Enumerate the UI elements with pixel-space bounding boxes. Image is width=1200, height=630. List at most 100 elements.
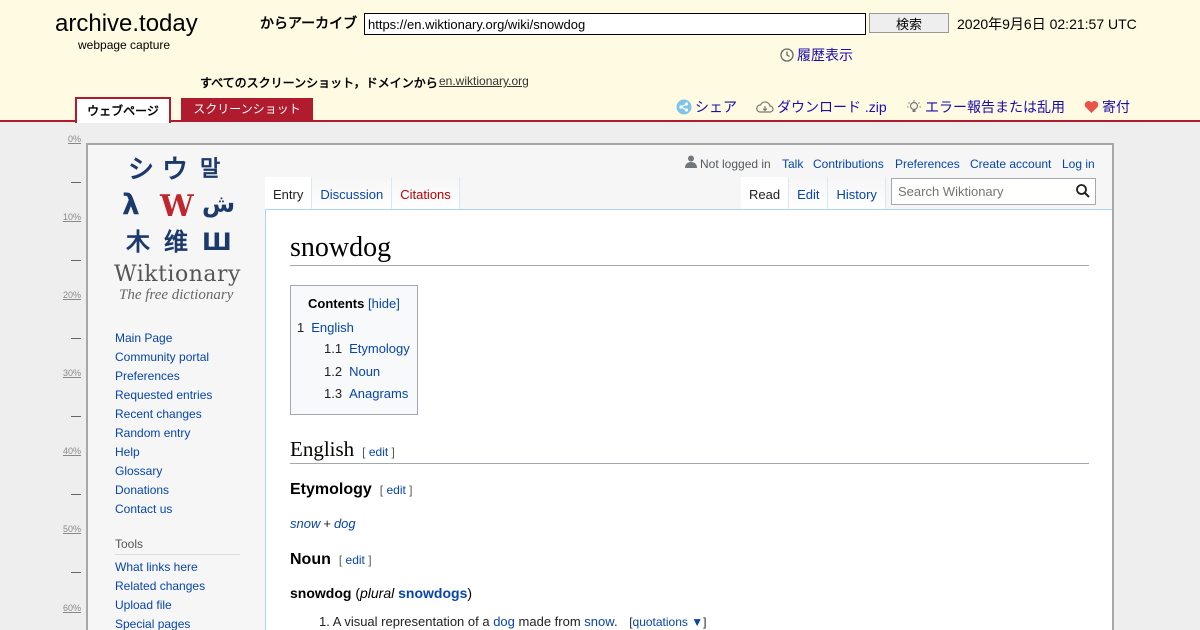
svg-text:ش: ش — [202, 190, 235, 218]
download-label: ダウンロード .zip — [777, 99, 887, 115]
share-link[interactable]: シェア — [676, 97, 737, 117]
section-heading-noun: Noun[ edit ] — [290, 551, 372, 568]
toc-hide-toggle[interactable]: [hide] — [368, 296, 400, 311]
ruler-tick — [71, 260, 81, 261]
sidebar-item-requested-entries[interactable]: Requested entries — [115, 388, 212, 407]
create-account-link[interactable]: Create account — [970, 157, 1051, 171]
wiktionary-name: Wiktionary — [114, 262, 241, 287]
ruler-tick — [71, 416, 81, 417]
definition-link-snow[interactable]: snow — [584, 614, 614, 629]
edit-section-link[interactable]: edit — [369, 445, 388, 459]
definition-1: 1. A visual representation of a dog made… — [319, 614, 707, 629]
capture-date: 2020年9月6日 02:21:57 UTC — [957, 16, 1137, 32]
tab-history[interactable]: History — [828, 177, 886, 211]
talk-link[interactable]: Talk — [782, 157, 803, 171]
login-link[interactable]: Log in — [1062, 157, 1095, 171]
sidebar-item-community-portal[interactable]: Community portal — [115, 350, 212, 369]
svg-text:木: 木 — [125, 228, 151, 256]
edit-section-link[interactable]: edit — [386, 483, 405, 497]
contributions-link[interactable]: Contributions — [813, 157, 884, 171]
tools-heading[interactable]: Tools — [115, 537, 240, 555]
section-heading-english: English[ edit ] — [290, 437, 1089, 464]
ruler-tick — [71, 572, 81, 573]
ruler-label[interactable]: 30% — [60, 368, 81, 378]
heart-icon — [1084, 101, 1099, 113]
sidebar-item-random-entry[interactable]: Random entry — [115, 426, 212, 445]
toc-item-english[interactable]: 1 English — [297, 320, 354, 335]
svg-text:Ш: Ш — [202, 228, 232, 256]
ruler-label[interactable]: 10% — [60, 212, 81, 222]
clock-icon — [780, 48, 794, 62]
sidebar-item-related-changes[interactable]: Related changes — [115, 579, 205, 598]
domain-link[interactable]: en.wiktionary.org — [439, 74, 529, 88]
download-link[interactable]: ダウンロード .zip — [756, 97, 887, 117]
quotations-toggle[interactable]: quotations ▼ — [633, 615, 704, 629]
wiktionary-search-input[interactable] — [891, 178, 1096, 205]
sidebar-item-preferences[interactable]: Preferences — [115, 369, 212, 388]
history-label: 履歴表示 — [797, 47, 853, 63]
edit-section-link[interactable]: edit — [346, 553, 365, 567]
toc-heading: Contents — [308, 296, 365, 311]
svg-text:λ: λ — [122, 188, 140, 221]
ruler-label[interactable]: 60% — [60, 603, 81, 613]
toc-label: Etymology — [349, 341, 410, 356]
toc-number: 1.2 — [324, 364, 343, 379]
sidebar-item-what-links-here[interactable]: What links here — [115, 560, 205, 579]
ruler-label[interactable]: 20% — [60, 290, 81, 300]
history-link[interactable]: 履歴表示 — [780, 45, 853, 65]
archive-brand-sub: webpage capture — [78, 38, 171, 52]
ruler-label[interactable]: 0% — [60, 134, 81, 144]
tab-discussion[interactable]: Discussion — [312, 177, 393, 211]
definition-link-dog[interactable]: dog — [493, 614, 515, 629]
toc-item-noun[interactable]: 1.2 Noun — [324, 364, 380, 379]
tab-webpage[interactable]: ウェブページ — [75, 97, 171, 123]
definition-text: . — [613, 614, 618, 629]
tab-entry[interactable]: Entry — [265, 177, 313, 211]
search-icon[interactable] — [1075, 183, 1091, 199]
sidebar-item-donations[interactable]: Donations — [115, 483, 212, 502]
toc-label: English — [311, 320, 354, 335]
cloud-download-icon — [756, 101, 774, 113]
preferences-link[interactable]: Preferences — [895, 157, 960, 171]
definition-text: A visual representation of a — [332, 614, 490, 629]
not-logged-in-label: Not logged in — [700, 157, 771, 171]
view-tabs: Read Edit History — [741, 177, 886, 211]
report-link[interactable]: エラー報告または乱用 — [906, 97, 1065, 117]
archive-url-input[interactable] — [364, 13, 866, 35]
tab-read[interactable]: Read — [741, 177, 790, 211]
plural-link[interactable]: snowdogs — [398, 585, 467, 601]
user-icon — [685, 155, 697, 168]
sidebar-item-special-pages[interactable]: Special pages — [115, 617, 205, 630]
toc-item-etymology[interactable]: 1.1 Etymology — [324, 341, 410, 356]
archive-brand[interactable]: archive.today — [55, 10, 198, 38]
toc-item-anagrams[interactable]: 1.3 Anagrams — [324, 386, 408, 401]
tab-citations[interactable]: Citations — [392, 177, 460, 211]
section-heading-etymology: Etymology[ edit ] — [290, 481, 413, 498]
ruler-tick — [71, 182, 81, 183]
sidebar-item-glossary[interactable]: Glossary — [115, 464, 212, 483]
headword-line: snowdog (plural snowdogs) — [290, 585, 473, 601]
archive-search-button[interactable]: 検索 — [869, 13, 949, 33]
plus-sign: + — [323, 516, 331, 531]
tab-screenshot[interactable]: スクリーンショット — [181, 98, 313, 121]
sidebar-item-main-page[interactable]: Main Page — [115, 331, 212, 350]
etymology-link-dog[interactable]: dog — [334, 516, 356, 531]
wiktionary-tagline: The free dictionary — [119, 287, 234, 303]
tab-edit[interactable]: Edit — [789, 177, 829, 211]
ruler-label[interactable]: 40% — [60, 446, 81, 456]
sidebar-item-contact-us[interactable]: Contact us — [115, 502, 212, 521]
definition-number: 1. — [319, 614, 330, 629]
section-title: Etymology — [290, 481, 372, 498]
sidebar-item-upload-file[interactable]: Upload file — [115, 598, 205, 617]
svg-text:ウ: ウ — [162, 155, 188, 185]
donate-link[interactable]: 寄付 — [1084, 97, 1130, 117]
etymology-link-snow[interactable]: snow — [290, 516, 320, 531]
sidebar-item-recent-changes[interactable]: Recent changes — [115, 407, 212, 426]
page-title: snowdog — [290, 232, 1089, 266]
toc-number: 1 — [297, 320, 305, 335]
lightbulb-icon — [907, 100, 921, 112]
ruler-label[interactable]: 50% — [60, 524, 81, 534]
svg-text:シ: シ — [128, 155, 154, 185]
sidebar-item-help[interactable]: Help — [115, 445, 212, 464]
archived-page-frame: シ ウ 말 λ ش 木 维 Ш W Wiktionary The free di… — [86, 143, 1114, 630]
